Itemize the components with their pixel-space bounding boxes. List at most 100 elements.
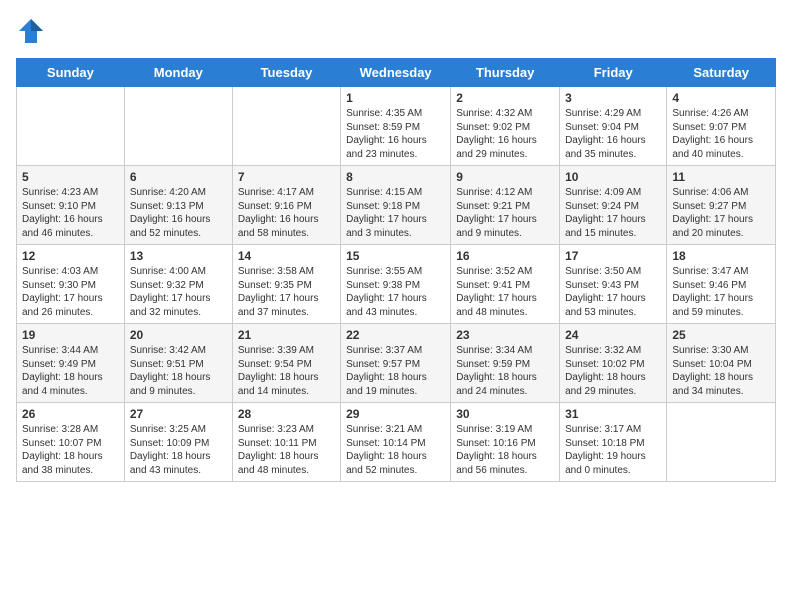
calendar-cell: 17 Sunrise: 3:50 AM Sunset: 9:43 PM Dayli… — [560, 245, 667, 324]
day-info: Sunrise: 3:21 AM Sunset: 10:14 PM Daylig… — [346, 423, 445, 477]
day-info: Sunrise: 4:06 AM Sunset: 9:27 PM Dayligh… — [672, 186, 770, 240]
day-number: 4 — [672, 91, 770, 105]
day-number: 17 — [565, 249, 661, 263]
day-info: Sunrise: 4:20 AM Sunset: 9:13 PM Dayligh… — [130, 186, 227, 240]
day-number: 23 — [456, 328, 554, 342]
day-number: 27 — [130, 407, 227, 421]
calendar-cell: 7 Sunrise: 4:17 AM Sunset: 9:16 PM Daylig… — [232, 166, 340, 245]
calendar-cell: 25 Sunrise: 3:30 AM Sunset: 10:04 PM Dayl… — [667, 324, 776, 403]
calendar-cell: 18 Sunrise: 3:47 AM Sunset: 9:46 PM Dayli… — [667, 245, 776, 324]
day-info: Sunrise: 4:09 AM Sunset: 9:24 PM Dayligh… — [565, 186, 661, 240]
day-info: Sunrise: 3:50 AM Sunset: 9:43 PM Dayligh… — [565, 265, 661, 319]
calendar-cell: 12Sunrise: 4:03 AM Sunset: 9:30 PM Dayli… — [17, 245, 125, 324]
day-info: Sunrise: 4:32 AM Sunset: 9:02 PM Dayligh… — [456, 107, 554, 161]
day-info: Sunrise: 3:19 AM Sunset: 10:16 PM Daylig… — [456, 423, 554, 477]
day-info: Sunrise: 3:28 AM Sunset: 10:07 PM Daylig… — [22, 423, 119, 477]
day-info: Sunrise: 3:39 AM Sunset: 9:54 PM Dayligh… — [238, 344, 335, 398]
day-number: 8 — [346, 170, 445, 184]
day-info: Sunrise: 4:26 AM Sunset: 9:07 PM Dayligh… — [672, 107, 770, 161]
day-info: Sunrise: 3:25 AM Sunset: 10:09 PM Daylig… — [130, 423, 227, 477]
day-number: 15 — [346, 249, 445, 263]
day-of-week-header: Monday — [124, 59, 232, 87]
calendar-week-row: 5 Sunrise: 4:23 AM Sunset: 9:10 PM Daylig… — [17, 166, 776, 245]
day-number: 16 — [456, 249, 554, 263]
calendar-cell: 5 Sunrise: 4:23 AM Sunset: 9:10 PM Daylig… — [17, 166, 125, 245]
day-number: 26 — [22, 407, 119, 421]
calendar: SundayMondayTuesdayWednesdayThursdayFrid… — [16, 58, 776, 482]
day-info: Sunrise: 4:23 AM Sunset: 9:10 PM Dayligh… — [22, 186, 119, 240]
calendar-cell: 10 Sunrise: 4:09 AM Sunset: 9:24 PM Dayli… — [560, 166, 667, 245]
day-number: 31 — [565, 407, 661, 421]
day-number: 18 — [672, 249, 770, 263]
day-info: Sunrise: 4:03 AM Sunset: 9:30 PM Dayligh… — [22, 265, 119, 319]
calendar-cell: 8 Sunrise: 4:15 AM Sunset: 9:18 PM Daylig… — [341, 166, 451, 245]
day-info: Sunrise: 3:17 AM Sunset: 10:18 PM Daylig… — [565, 423, 661, 477]
calendar-cell: 16Sunrise: 3:52 AM Sunset: 9:41 PM Dayli… — [451, 245, 560, 324]
day-number: 28 — [238, 407, 335, 421]
day-info: Sunrise: 3:37 AM Sunset: 9:57 PM Dayligh… — [346, 344, 445, 398]
calendar-cell: 22 Sunrise: 3:37 AM Sunset: 9:57 PM Dayli… — [341, 324, 451, 403]
day-of-week-header: Thursday — [451, 59, 560, 87]
calendar-cell: 27 Sunrise: 3:25 AM Sunset: 10:09 PM Dayl… — [124, 403, 232, 482]
day-info: Sunrise: 3:32 AM Sunset: 10:02 PM Daylig… — [565, 344, 661, 398]
calendar-cell: 31 Sunrise: 3:17 AM Sunset: 10:18 PM Dayl… — [560, 403, 667, 482]
day-info: Sunrise: 4:17 AM Sunset: 9:16 PM Dayligh… — [238, 186, 335, 240]
calendar-cell — [124, 87, 232, 166]
day-number: 13 — [130, 249, 227, 263]
day-number: 1 — [346, 91, 445, 105]
day-number: 25 — [672, 328, 770, 342]
day-of-week-header: Saturday — [667, 59, 776, 87]
day-info: Sunrise: 4:00 AM Sunset: 9:32 PM Dayligh… — [130, 265, 227, 319]
calendar-cell: 9 Sunrise: 4:12 AM Sunset: 9:21 PM Daylig… — [451, 166, 560, 245]
day-info: Sunrise: 4:15 AM Sunset: 9:18 PM Dayligh… — [346, 186, 445, 240]
calendar-cell: 21Sunrise: 3:39 AM Sunset: 9:54 PM Dayli… — [232, 324, 340, 403]
calendar-cell: 24 Sunrise: 3:32 AM Sunset: 10:02 PM Dayl… — [560, 324, 667, 403]
day-number: 5 — [22, 170, 119, 184]
day-number: 9 — [456, 170, 554, 184]
calendar-cell: 11 Sunrise: 4:06 AM Sunset: 9:27 PM Dayli… — [667, 166, 776, 245]
day-number: 19 — [22, 328, 119, 342]
day-info: Sunrise: 3:34 AM Sunset: 9:59 PM Dayligh… — [456, 344, 554, 398]
day-number: 29 — [346, 407, 445, 421]
calendar-week-row: 26 Sunrise: 3:28 AM Sunset: 10:07 PM Dayl… — [17, 403, 776, 482]
logo — [16, 16, 50, 46]
day-info: Sunrise: 3:44 AM Sunset: 9:49 PM Dayligh… — [22, 344, 119, 398]
calendar-week-row: 19 Sunrise: 3:44 AM Sunset: 9:49 PM Dayli… — [17, 324, 776, 403]
calendar-cell: 20Sunrise: 3:42 AM Sunset: 9:51 PM Dayli… — [124, 324, 232, 403]
day-info: Sunrise: 3:58 AM Sunset: 9:35 PM Dayligh… — [238, 265, 335, 319]
day-number: 11 — [672, 170, 770, 184]
day-number: 20 — [130, 328, 227, 342]
day-of-week-header: Friday — [560, 59, 667, 87]
calendar-header-row: SundayMondayTuesdayWednesdayThursdayFrid… — [17, 59, 776, 87]
day-info: Sunrise: 4:12 AM Sunset: 9:21 PM Dayligh… — [456, 186, 554, 240]
calendar-cell: 13 Sunrise: 4:00 AM Sunset: 9:32 PM Dayli… — [124, 245, 232, 324]
day-number: 22 — [346, 328, 445, 342]
calendar-cell — [667, 403, 776, 482]
day-info: Sunrise: 3:30 AM Sunset: 10:04 PM Daylig… — [672, 344, 770, 398]
day-of-week-header: Sunday — [17, 59, 125, 87]
calendar-cell: 3Sunrise: 4:29 AM Sunset: 9:04 PM Daylig… — [560, 87, 667, 166]
day-of-week-header: Wednesday — [341, 59, 451, 87]
day-number: 24 — [565, 328, 661, 342]
calendar-week-row: 1 Sunrise: 4:35 AM Sunset: 8:59 PM Daylig… — [17, 87, 776, 166]
day-number: 14 — [238, 249, 335, 263]
calendar-cell: 15Sunrise: 3:55 AM Sunset: 9:38 PM Dayli… — [341, 245, 451, 324]
day-number: 7 — [238, 170, 335, 184]
calendar-cell: 1 Sunrise: 4:35 AM Sunset: 8:59 PM Daylig… — [341, 87, 451, 166]
calendar-cell: 2 Sunrise: 4:32 AM Sunset: 9:02 PM Daylig… — [451, 87, 560, 166]
calendar-cell — [17, 87, 125, 166]
day-info: Sunrise: 3:23 AM Sunset: 10:11 PM Daylig… — [238, 423, 335, 477]
calendar-week-row: 12Sunrise: 4:03 AM Sunset: 9:30 PM Dayli… — [17, 245, 776, 324]
day-number: 10 — [565, 170, 661, 184]
calendar-cell: 14 Sunrise: 3:58 AM Sunset: 9:35 PM Dayli… — [232, 245, 340, 324]
day-number: 2 — [456, 91, 554, 105]
calendar-cell: 6Sunrise: 4:20 AM Sunset: 9:13 PM Daylig… — [124, 166, 232, 245]
day-info: Sunrise: 4:35 AM Sunset: 8:59 PM Dayligh… — [346, 107, 445, 161]
logo-icon — [16, 16, 46, 46]
calendar-cell: 29 Sunrise: 3:21 AM Sunset: 10:14 PM Dayl… — [341, 403, 451, 482]
calendar-cell — [232, 87, 340, 166]
day-info: Sunrise: 3:47 AM Sunset: 9:46 PM Dayligh… — [672, 265, 770, 319]
calendar-cell: 19 Sunrise: 3:44 AM Sunset: 9:49 PM Dayli… — [17, 324, 125, 403]
calendar-cell: 26 Sunrise: 3:28 AM Sunset: 10:07 PM Dayl… — [17, 403, 125, 482]
day-of-week-header: Tuesday — [232, 59, 340, 87]
